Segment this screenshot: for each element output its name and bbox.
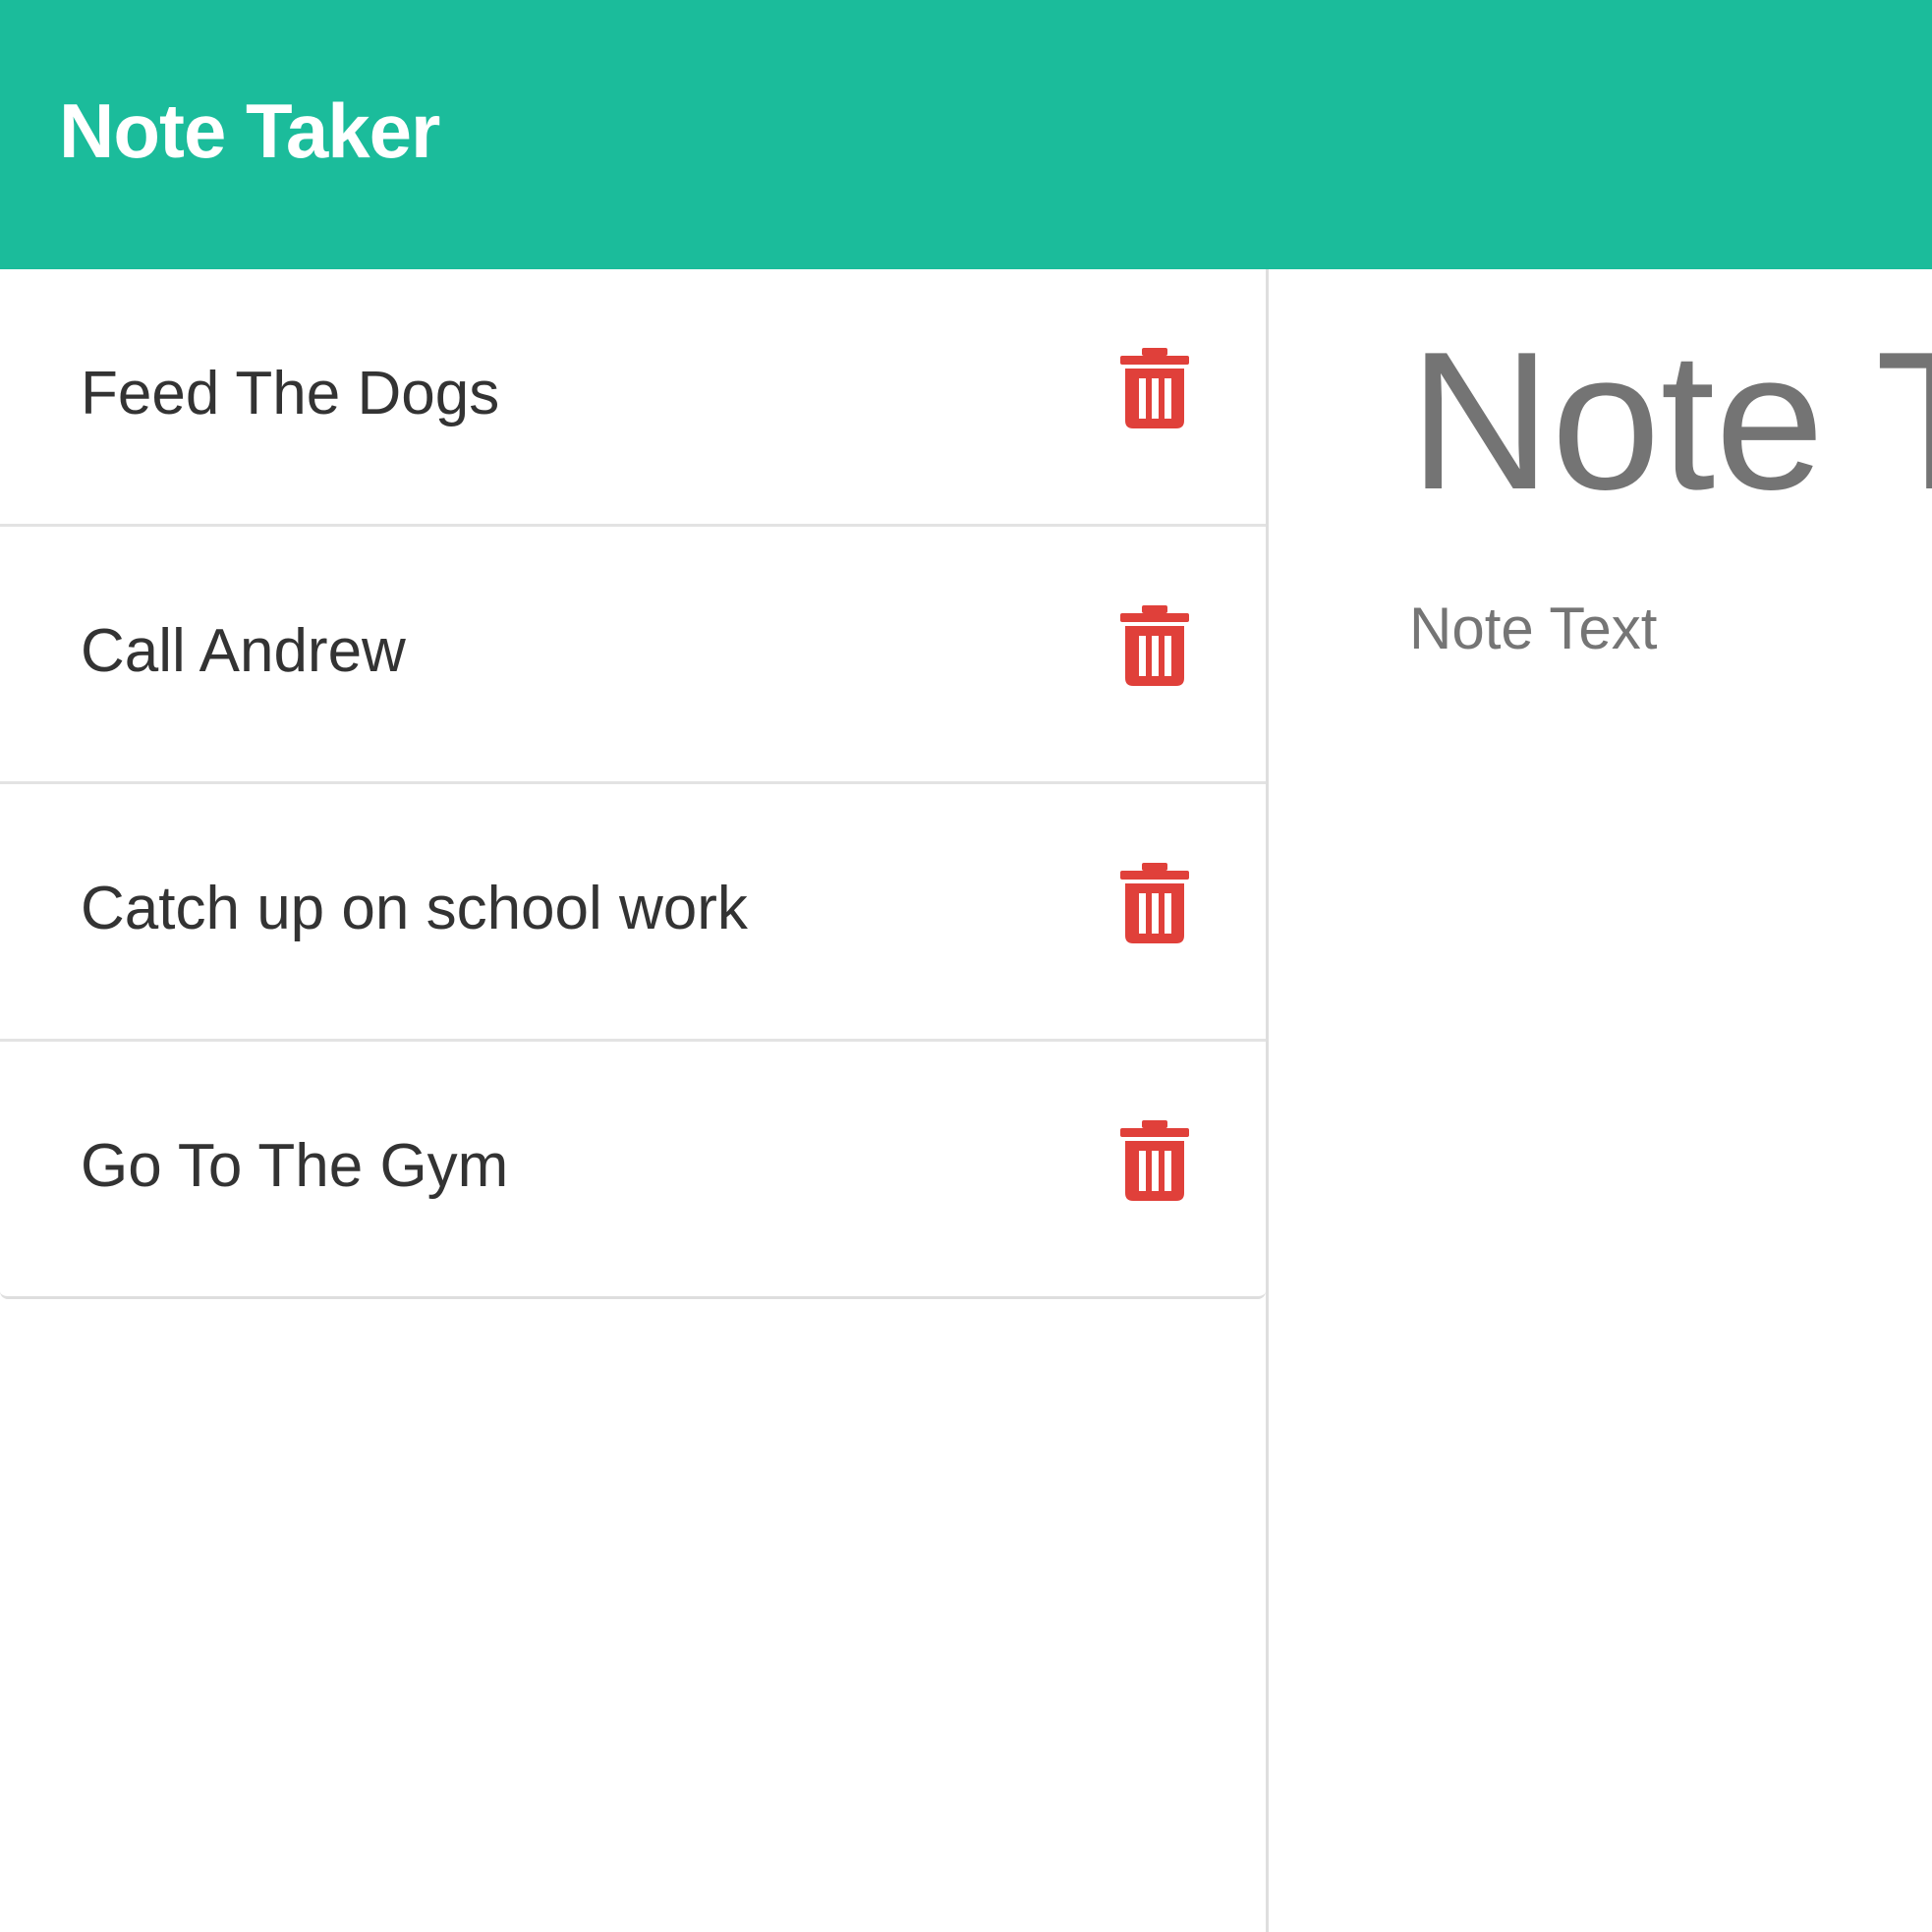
- list-item[interactable]: Call Andrew: [0, 524, 1266, 781]
- list-item[interactable]: Go To The Gym: [0, 1039, 1266, 1296]
- navbar: Note Taker: [0, 0, 1932, 269]
- note-title-input[interactable]: [1405, 328, 1932, 515]
- list-item[interactable]: Feed The Dogs: [0, 269, 1266, 524]
- note-title: Call Andrew: [81, 617, 406, 685]
- note-title: Catch up on school work: [81, 875, 748, 942]
- trash-icon[interactable]: [1120, 348, 1189, 428]
- note-list: Feed The Dogs Call Andrew Catch up on sc…: [0, 269, 1266, 1299]
- trash-icon[interactable]: [1120, 1120, 1189, 1201]
- note-title: Feed The Dogs: [81, 360, 500, 427]
- brand-title[interactable]: Note Taker: [59, 86, 440, 175]
- note-editor: [1272, 269, 1932, 1932]
- trash-icon[interactable]: [1120, 605, 1189, 686]
- note-text-input[interactable]: [1405, 594, 1916, 1773]
- notes-sidebar: Feed The Dogs Call Andrew Catch up on sc…: [0, 269, 1269, 1932]
- trash-icon[interactable]: [1120, 863, 1189, 943]
- note-title: Go To The Gym: [81, 1132, 509, 1200]
- list-item[interactable]: Catch up on school work: [0, 781, 1266, 1039]
